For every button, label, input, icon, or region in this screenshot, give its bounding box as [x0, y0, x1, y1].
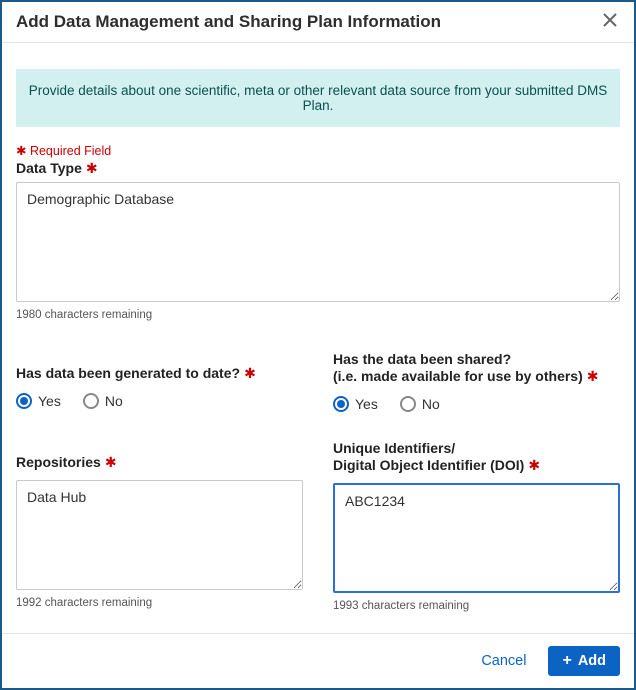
row-generated-shared: Has data been generated to date?✱ Yes No	[16, 349, 620, 412]
shared-no-radio[interactable]: No	[400, 396, 440, 412]
doi-label: Unique Identifiers/ Digital Object Ident…	[333, 440, 540, 475]
generated-no-radio[interactable]: No	[83, 393, 123, 409]
col-repositories: Repositories✱ 1992 characters remaining	[16, 438, 303, 612]
shared-radio-group: Yes No	[333, 396, 620, 412]
col-doi: Unique Identifiers/ Digital Object Ident…	[333, 438, 620, 612]
shared-label-line1: Has the data been shared?	[333, 351, 599, 369]
modal-body: Provide details about one scientific, me…	[2, 43, 634, 633]
repositories-input[interactable]	[16, 480, 303, 590]
generated-label: Has data been generated to date?✱	[16, 365, 256, 383]
add-button-label: Add	[578, 653, 606, 669]
shared-no-label: No	[422, 396, 440, 412]
modal-add-dms-plan: Add Data Management and Sharing Plan Inf…	[0, 0, 636, 690]
modal-header: Add Data Management and Sharing Plan Inf…	[2, 2, 634, 43]
col-generated: Has data been generated to date?✱ Yes No	[16, 349, 303, 412]
radio-icon	[400, 396, 416, 412]
close-button[interactable]	[600, 12, 620, 32]
modal-title: Add Data Management and Sharing Plan Inf…	[16, 12, 441, 32]
close-icon	[603, 13, 617, 32]
row-repos-doi: Repositories✱ 1992 characters remaining …	[16, 438, 620, 612]
shared-yes-radio[interactable]: Yes	[333, 396, 378, 412]
generated-yes-radio[interactable]: Yes	[16, 393, 61, 409]
doi-input[interactable]	[333, 483, 620, 593]
required-mark-icon: ✱	[105, 454, 117, 470]
required-mark-icon: ✱	[86, 160, 98, 176]
cancel-button[interactable]: Cancel	[477, 647, 530, 675]
required-mark-icon: ✱	[528, 457, 540, 473]
required-mark-icon: ✱	[587, 368, 599, 384]
data-type-remaining: 1980 characters remaining	[16, 309, 620, 321]
doi-label-line1: Unique Identifiers/	[333, 440, 540, 458]
data-type-label: Data Type✱	[16, 160, 620, 178]
repositories-remaining: 1992 characters remaining	[16, 597, 303, 609]
generated-label-text: Has data been generated to date?	[16, 365, 240, 381]
generated-no-label: No	[105, 393, 123, 409]
generated-radio-group: Yes No	[16, 393, 303, 409]
modal-footer: Cancel + Add	[2, 633, 634, 688]
col-shared: Has the data been shared? (i.e. made ava…	[333, 349, 620, 412]
data-type-label-text: Data Type	[16, 160, 82, 176]
doi-remaining: 1993 characters remaining	[333, 600, 620, 612]
repositories-label: Repositories✱	[16, 454, 117, 472]
radio-icon	[16, 393, 32, 409]
repositories-label-text: Repositories	[16, 454, 101, 470]
generated-yes-label: Yes	[38, 393, 61, 409]
shared-label: Has the data been shared? (i.e. made ava…	[333, 351, 599, 386]
doi-label-line2: Digital Object Identifier (DOI)	[333, 457, 524, 473]
radio-icon	[333, 396, 349, 412]
info-banner: Provide details about one scientific, me…	[16, 69, 620, 127]
add-button[interactable]: + Add	[548, 646, 620, 676]
shared-yes-label: Yes	[355, 396, 378, 412]
data-type-input[interactable]	[16, 182, 620, 302]
radio-icon	[83, 393, 99, 409]
shared-label-line2: (i.e. made available for use by others)	[333, 368, 583, 384]
required-mark-icon: ✱	[244, 365, 256, 381]
required-field-note: ✱ Required Field	[16, 143, 620, 158]
